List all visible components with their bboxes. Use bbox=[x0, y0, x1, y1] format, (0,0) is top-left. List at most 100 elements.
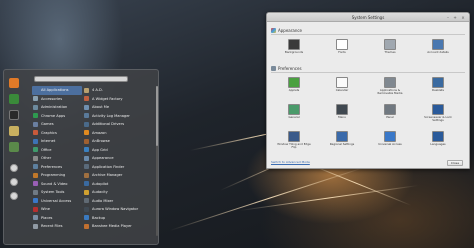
settings-item-label: Languages bbox=[430, 142, 446, 146]
settings-item-panel[interactable]: Panel bbox=[373, 104, 407, 119]
terminal-icon[interactable] bbox=[9, 110, 19, 120]
settings-item-calendar[interactable]: Calendar bbox=[325, 77, 359, 92]
settings-item-regional-settings[interactable]: Regional Settings bbox=[325, 131, 359, 146]
category-universal-access[interactable]: Universal Access bbox=[32, 197, 82, 206]
settings-item-label: Backgrounds bbox=[284, 50, 304, 54]
category-chrome-apps[interactable]: Chrome Apps bbox=[32, 112, 82, 121]
applications-and-removable-media-icon bbox=[384, 77, 396, 88]
app-application-finder[interactable]: Application Finder bbox=[84, 163, 154, 172]
advanced-mode-link[interactable]: Switch to Advanced Mode bbox=[271, 160, 310, 164]
app-audio-mixer[interactable]: Audio Mixer bbox=[84, 197, 154, 206]
app-label: About Me bbox=[92, 105, 110, 110]
app-anbrowse[interactable]: AnBrowse bbox=[84, 137, 154, 146]
settings-icon[interactable] bbox=[9, 142, 19, 152]
category-sound-and-video[interactable]: Sound & Video bbox=[32, 180, 82, 189]
appearance-section: Appearance bbox=[271, 27, 465, 35]
app-audacity[interactable]: Audacity bbox=[84, 188, 154, 197]
settings-item-languages[interactable]: Languages bbox=[421, 131, 455, 146]
application-list-scrollbar[interactable] bbox=[156, 86, 158, 236]
category-games[interactable]: Games bbox=[32, 120, 82, 129]
close-window-button[interactable]: × bbox=[460, 15, 466, 20]
amazon-icon bbox=[84, 130, 89, 136]
maximize-button[interactable]: + bbox=[452, 15, 458, 20]
synaptic-icon[interactable] bbox=[9, 94, 19, 104]
category-recent-files[interactable]: Recent Files bbox=[32, 222, 82, 231]
category-label: Wine bbox=[41, 207, 50, 212]
settings-item-window-tiling-and-edge-flip[interactable]: Window Tiling and Edge Flip bbox=[277, 131, 311, 149]
settings-item-account-details[interactable]: Account details bbox=[421, 39, 455, 54]
universal-access-icon bbox=[33, 198, 38, 204]
settings-item-general[interactable]: General bbox=[277, 104, 311, 119]
power-icon[interactable] bbox=[10, 192, 18, 200]
category-other[interactable]: Other bbox=[32, 154, 82, 163]
app-banshee-media-player[interactable]: Banshee Media Player bbox=[84, 222, 154, 231]
app-appearance[interactable]: Appearance bbox=[84, 154, 154, 163]
applets-icon bbox=[288, 77, 300, 88]
system-tools-icon bbox=[33, 189, 38, 195]
audacity-icon bbox=[84, 189, 89, 195]
category-programming[interactable]: Programming bbox=[32, 171, 82, 180]
category-office[interactable]: Office bbox=[32, 146, 82, 155]
logout-icon[interactable] bbox=[10, 178, 18, 186]
settings-item-screensaver-and-lock-settings[interactable]: Screensaver & Lock Settings bbox=[421, 104, 455, 122]
category-administration[interactable]: Administration bbox=[32, 103, 82, 112]
lock-screen-icon[interactable] bbox=[10, 164, 18, 172]
anbrowse-icon bbox=[84, 138, 89, 144]
app-a-widget-factory[interactable]: A Widget Factory bbox=[84, 95, 154, 104]
close-button[interactable]: Close bbox=[447, 160, 463, 166]
app-label: Appearance bbox=[92, 156, 114, 161]
app-backup[interactable]: Backup bbox=[84, 214, 154, 223]
category-accessories[interactable]: Accessories bbox=[32, 95, 82, 104]
settings-item-label: Menu bbox=[338, 115, 346, 119]
app-activity-log-manager[interactable]: Activity Log Manager bbox=[84, 112, 154, 121]
app-about-me[interactable]: About Me bbox=[84, 103, 154, 112]
firefox-icon[interactable] bbox=[9, 78, 19, 88]
settings-item-desklets[interactable]: Desklets bbox=[421, 77, 455, 92]
app-additional-drivers[interactable]: Additional Drivers bbox=[84, 120, 154, 129]
category-internet[interactable]: Internet bbox=[32, 137, 82, 146]
category-wine[interactable]: Wine bbox=[32, 205, 82, 214]
settings-item-label: Applets bbox=[288, 88, 300, 92]
window-title: System Settings bbox=[351, 15, 385, 20]
category-all-applications[interactable]: All Applications bbox=[32, 86, 82, 95]
app-archive-manager[interactable]: Archive Manager bbox=[84, 171, 154, 180]
app-autopilot[interactable]: Autopilot bbox=[84, 180, 154, 189]
app-label: AnBrowse bbox=[92, 139, 110, 144]
office-icon bbox=[33, 147, 38, 153]
window-titlebar[interactable]: System Settings – + × bbox=[267, 13, 469, 22]
category-label: Games bbox=[41, 122, 54, 127]
about-me-icon bbox=[84, 104, 89, 110]
menu-search-input[interactable] bbox=[34, 76, 128, 82]
category-graphics[interactable]: Graphics bbox=[32, 129, 82, 138]
app-label: Archive Manager bbox=[92, 173, 123, 178]
settings-item-backgrounds[interactable]: Backgrounds bbox=[277, 39, 311, 54]
settings-item-label: Fonts bbox=[338, 50, 346, 54]
calendar-icon bbox=[336, 77, 348, 88]
app-amazon[interactable]: Amazon bbox=[84, 129, 154, 138]
app-4-a-d[interactable]: 4 A.D. bbox=[84, 86, 154, 95]
category-label: Office bbox=[41, 147, 52, 152]
preferences-icon bbox=[271, 65, 276, 71]
settings-item-fonts[interactable]: Fonts bbox=[325, 39, 359, 54]
settings-item-applications-and-removable-media[interactable]: Applications & Removable Media bbox=[373, 77, 407, 95]
category-places[interactable]: Places bbox=[32, 214, 82, 223]
all-applications-icon bbox=[33, 87, 38, 93]
settings-item-universal-access[interactable]: Universal Access bbox=[373, 131, 407, 146]
settings-item-applets[interactable]: Applets bbox=[277, 77, 311, 92]
other-icon bbox=[33, 155, 38, 161]
app-label: Amazon bbox=[92, 130, 107, 135]
category-system-tools[interactable]: System Tools bbox=[32, 188, 82, 197]
sound-and-video-icon bbox=[33, 181, 38, 187]
app-app-grid[interactable]: App Grid bbox=[84, 146, 154, 155]
category-preferences[interactable]: Preferences bbox=[32, 163, 82, 172]
backup-icon bbox=[84, 215, 89, 221]
section-divider bbox=[271, 72, 465, 73]
app-aurora-window-navigator[interactable]: Aurora Window Navigator bbox=[84, 205, 154, 214]
languages-icon bbox=[432, 131, 444, 142]
settings-item-label: General bbox=[288, 115, 300, 119]
minimize-button[interactable]: – bbox=[445, 15, 451, 20]
settings-item-themes[interactable]: Themes bbox=[373, 39, 407, 54]
folder-icon[interactable] bbox=[9, 126, 19, 136]
settings-item-menu[interactable]: Menu bbox=[325, 104, 359, 119]
settings-item-label: Applications & Removable Media bbox=[377, 88, 403, 96]
